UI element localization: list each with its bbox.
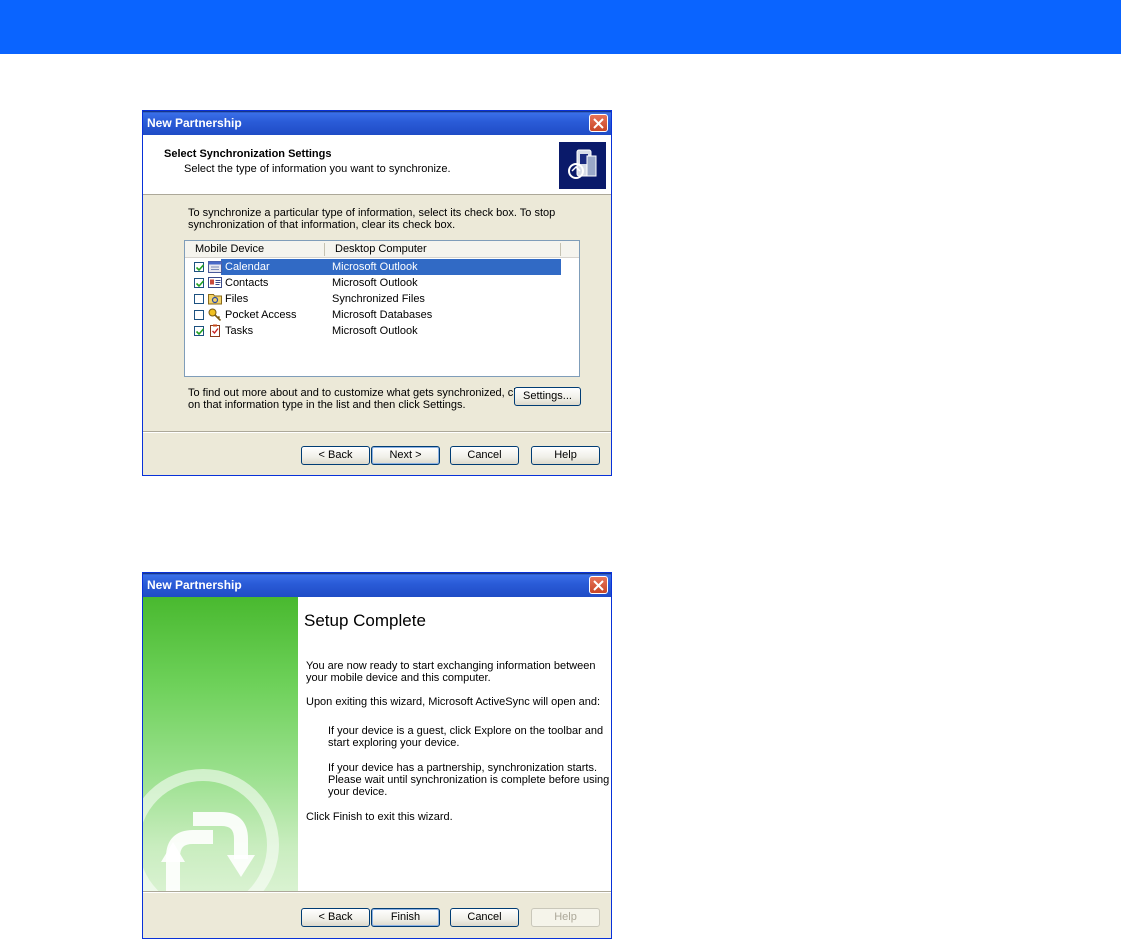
row-name: Calendar <box>225 261 270 273</box>
help-button: Help <box>531 908 600 927</box>
header-title: Select Synchronization Settings <box>164 148 332 160</box>
text-line: Click Finish to exit this wizard. <box>306 811 453 823</box>
text-line: If your device is a guest, click Explore… <box>328 725 604 737</box>
contacts-icon <box>208 276 222 289</box>
list-item-files[interactable]: Files Synchronized Files <box>185 291 561 307</box>
row-name: Tasks <box>225 325 254 337</box>
back-button[interactable]: < Back <box>301 908 370 927</box>
close-icon <box>593 580 604 591</box>
sync-arrows-icon <box>143 769 279 891</box>
settings-button[interactable]: Settings... <box>514 387 581 406</box>
paragraph-guest: If your device is a guest, click Explore… <box>328 725 603 749</box>
files-icon <box>208 292 222 305</box>
text-line: start exploring your device. <box>328 737 460 749</box>
row-name: Pocket Access <box>225 309 297 321</box>
footer-text: To find out more about and to customize … <box>188 387 529 411</box>
list-item-contacts[interactable]: Contacts Microsoft Outlook <box>185 275 561 291</box>
list-item-tasks[interactable]: Tasks Microsoft Outlook <box>185 323 561 339</box>
text-line: your device. <box>328 786 388 798</box>
top-banner <box>0 0 1121 54</box>
text-line: Upon exiting this wizard, Microsoft Acti… <box>306 696 601 708</box>
intro-line-2: synchronization of that information, cle… <box>188 219 456 231</box>
cancel-button[interactable]: Cancel <box>450 908 519 927</box>
row-desktop: Microsoft Outlook <box>332 325 418 337</box>
titlebar[interactable]: New Partnership <box>143 111 611 135</box>
list-item-pocket-access[interactable]: Pocket Access Microsoft Databases <box>185 307 561 323</box>
tasks-icon <box>208 324 222 337</box>
files-checkbox[interactable] <box>194 294 204 304</box>
checkmark-icon <box>195 264 205 272</box>
close-button[interactable] <box>589 114 608 132</box>
calendar-checkbox[interactable] <box>194 262 205 272</box>
page-title: Setup Complete <box>304 611 426 630</box>
next-button[interactable]: Next > <box>371 446 440 465</box>
finish-button[interactable]: Finish <box>371 908 440 927</box>
activesync-device-icon <box>559 142 606 189</box>
footer-line-2: on that information type in the list and… <box>188 399 466 411</box>
paragraph-ready: You are now ready to start exchanging in… <box>306 660 595 684</box>
help-button[interactable]: Help <box>531 446 600 465</box>
checkmark-icon <box>195 328 205 336</box>
list-header: Mobile Device Desktop Computer <box>185 241 579 258</box>
column-separator[interactable] <box>560 243 561 256</box>
button-separator <box>143 431 611 433</box>
row-desktop: Synchronized Files <box>332 293 425 305</box>
footer-line-1: To find out more about and to customize … <box>188 387 530 399</box>
sync-items-list[interactable]: Mobile Device Desktop Computer Calendar … <box>184 240 580 377</box>
button-separator <box>143 891 611 893</box>
tasks-checkbox[interactable] <box>194 326 205 336</box>
wizard-header: Select Synchronization Settings Select t… <box>143 135 611 195</box>
paragraph-finish: Click Finish to exit this wizard. <box>306 811 453 823</box>
text-line: Please wait until synchronization is com… <box>328 774 610 786</box>
wizard-content: Setup Complete You are now ready to star… <box>298 597 611 891</box>
row-desktop: Microsoft Outlook <box>332 261 418 273</box>
list-item-calendar[interactable]: Calendar Microsoft Outlook <box>185 259 561 275</box>
pocket-access-checkbox[interactable] <box>194 310 204 320</box>
row-desktop: Microsoft Outlook <box>332 277 418 289</box>
text-line: If your device has a partnership, synchr… <box>328 762 598 774</box>
close-button[interactable] <box>589 576 608 594</box>
pocket-access-icon <box>208 308 222 322</box>
header-subtitle: Select the type of information you want … <box>184 163 451 175</box>
row-desktop: Microsoft Databases <box>332 309 433 321</box>
titlebar[interactable]: New Partnership <box>143 573 611 597</box>
paragraph-upon-exit: Upon exiting this wizard, Microsoft Acti… <box>306 696 600 708</box>
checkmark-icon <box>195 280 205 288</box>
intro-line-1: To synchronize a particular type of info… <box>188 207 556 219</box>
dialog-title: New Partnership <box>147 578 242 592</box>
column-desktop-computer[interactable]: Desktop Computer <box>335 243 427 255</box>
contacts-checkbox[interactable] <box>194 278 205 288</box>
column-mobile-device[interactable]: Mobile Device <box>195 243 264 255</box>
row-name: Contacts <box>225 277 269 289</box>
setup-complete-dialog: New Partnership Setup Complete You are n… <box>142 572 612 939</box>
intro-text: To synchronize a particular type of info… <box>188 207 555 231</box>
close-icon <box>593 118 604 129</box>
wizard-side-banner <box>143 597 298 891</box>
back-button[interactable]: < Back <box>301 446 370 465</box>
row-name: Files <box>225 293 249 305</box>
dialog-title: New Partnership <box>147 116 242 130</box>
paragraph-partnership: If your device has a partnership, synchr… <box>328 762 609 798</box>
text-line: your mobile device and this computer. <box>306 672 491 684</box>
cancel-button[interactable]: Cancel <box>450 446 519 465</box>
sync-settings-dialog: New Partnership Select Synchronization S… <box>142 110 612 476</box>
text-line: You are now ready to start exchanging in… <box>306 660 596 672</box>
column-separator[interactable] <box>324 243 325 256</box>
calendar-icon <box>208 260 222 273</box>
